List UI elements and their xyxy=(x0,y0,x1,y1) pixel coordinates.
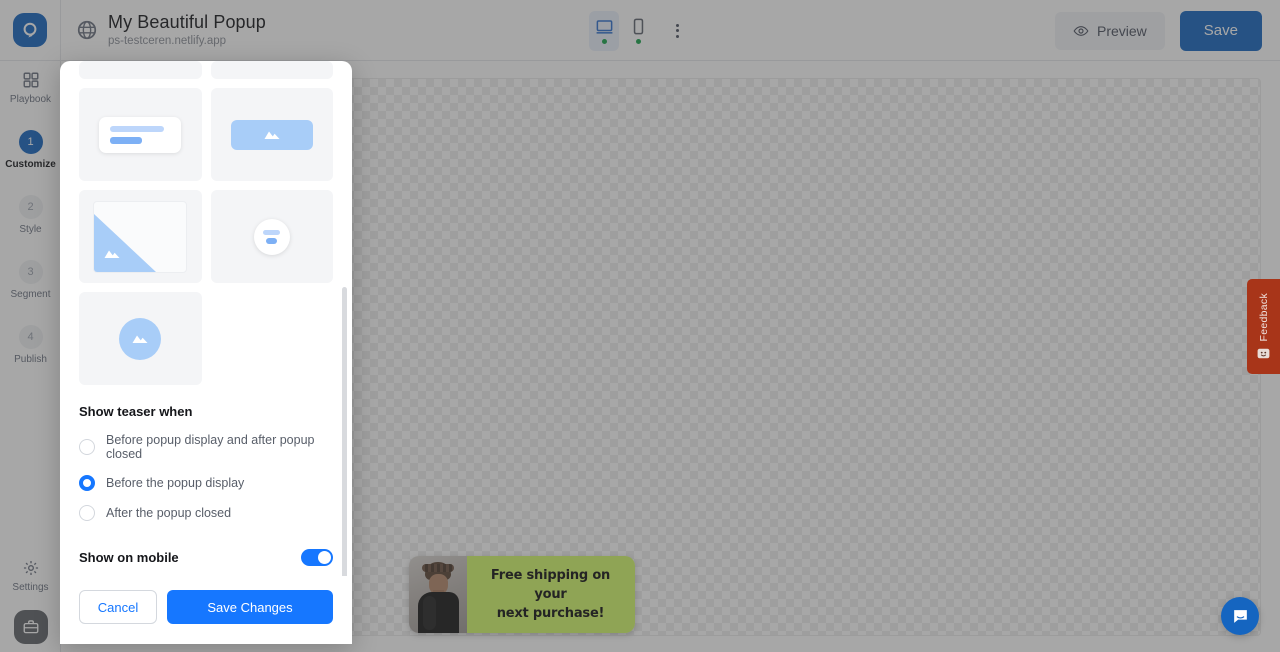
show-on-mobile-toggle[interactable] xyxy=(301,549,333,566)
template-banner-image[interactable] xyxy=(210,88,333,181)
show-on-mobile-label: Show on mobile xyxy=(79,550,179,565)
cancel-button[interactable]: Cancel xyxy=(79,590,157,624)
radio-icon-before-and-after xyxy=(79,439,95,455)
template-card-bars[interactable] xyxy=(79,88,202,181)
support-chat-button[interactable] xyxy=(1221,597,1259,635)
radio-icon-before xyxy=(79,475,95,491)
feedback-tab-label: Feedback xyxy=(1257,293,1270,342)
panel-scroll-area[interactable]: Show teaser when Before popup display an… xyxy=(60,61,352,576)
mountain-image-icon xyxy=(264,131,280,139)
radio-icon-after xyxy=(79,505,95,521)
radio-label-after: After the popup closed xyxy=(106,506,232,520)
panel-footer: Cancel Save Changes xyxy=(60,576,352,644)
template-big-circle-image[interactable] xyxy=(79,292,202,385)
show-on-mobile-row: Show on mobile xyxy=(79,549,333,576)
chat-bubble-icon xyxy=(1233,609,1247,623)
feedback-tab[interactable]: Feedback xyxy=(1247,279,1280,374)
teaser-settings-panel: Show teaser when Before popup display an… xyxy=(60,61,352,644)
smiley-icon xyxy=(1257,348,1270,358)
app-root: My Beautiful Popup ps-testceren.netlify.… xyxy=(0,0,1280,652)
mountain-image-icon xyxy=(104,250,120,258)
panel-scrollbar[interactable] xyxy=(342,287,347,576)
radio-option-before-and-after[interactable]: Before popup display and after popup clo… xyxy=(79,433,333,461)
show-teaser-when-title: Show teaser when xyxy=(79,404,193,419)
radio-label-before-and-after: Before popup display and after popup clo… xyxy=(106,433,315,461)
template-clipped-left[interactable] xyxy=(79,61,202,79)
radio-option-before[interactable]: Before the popup display xyxy=(79,475,333,491)
template-corner-triangle[interactable] xyxy=(79,190,202,283)
radio-label-before: Before the popup display xyxy=(106,476,245,490)
radio-option-after[interactable]: After the popup closed xyxy=(79,505,333,521)
save-changes-button[interactable]: Save Changes xyxy=(167,590,333,624)
mountain-image-icon xyxy=(132,335,148,343)
template-clipped-right[interactable] xyxy=(210,61,333,79)
template-circle-badge[interactable] xyxy=(210,190,333,283)
teaser-template-grid xyxy=(79,61,333,385)
toggle-knob xyxy=(318,551,331,564)
